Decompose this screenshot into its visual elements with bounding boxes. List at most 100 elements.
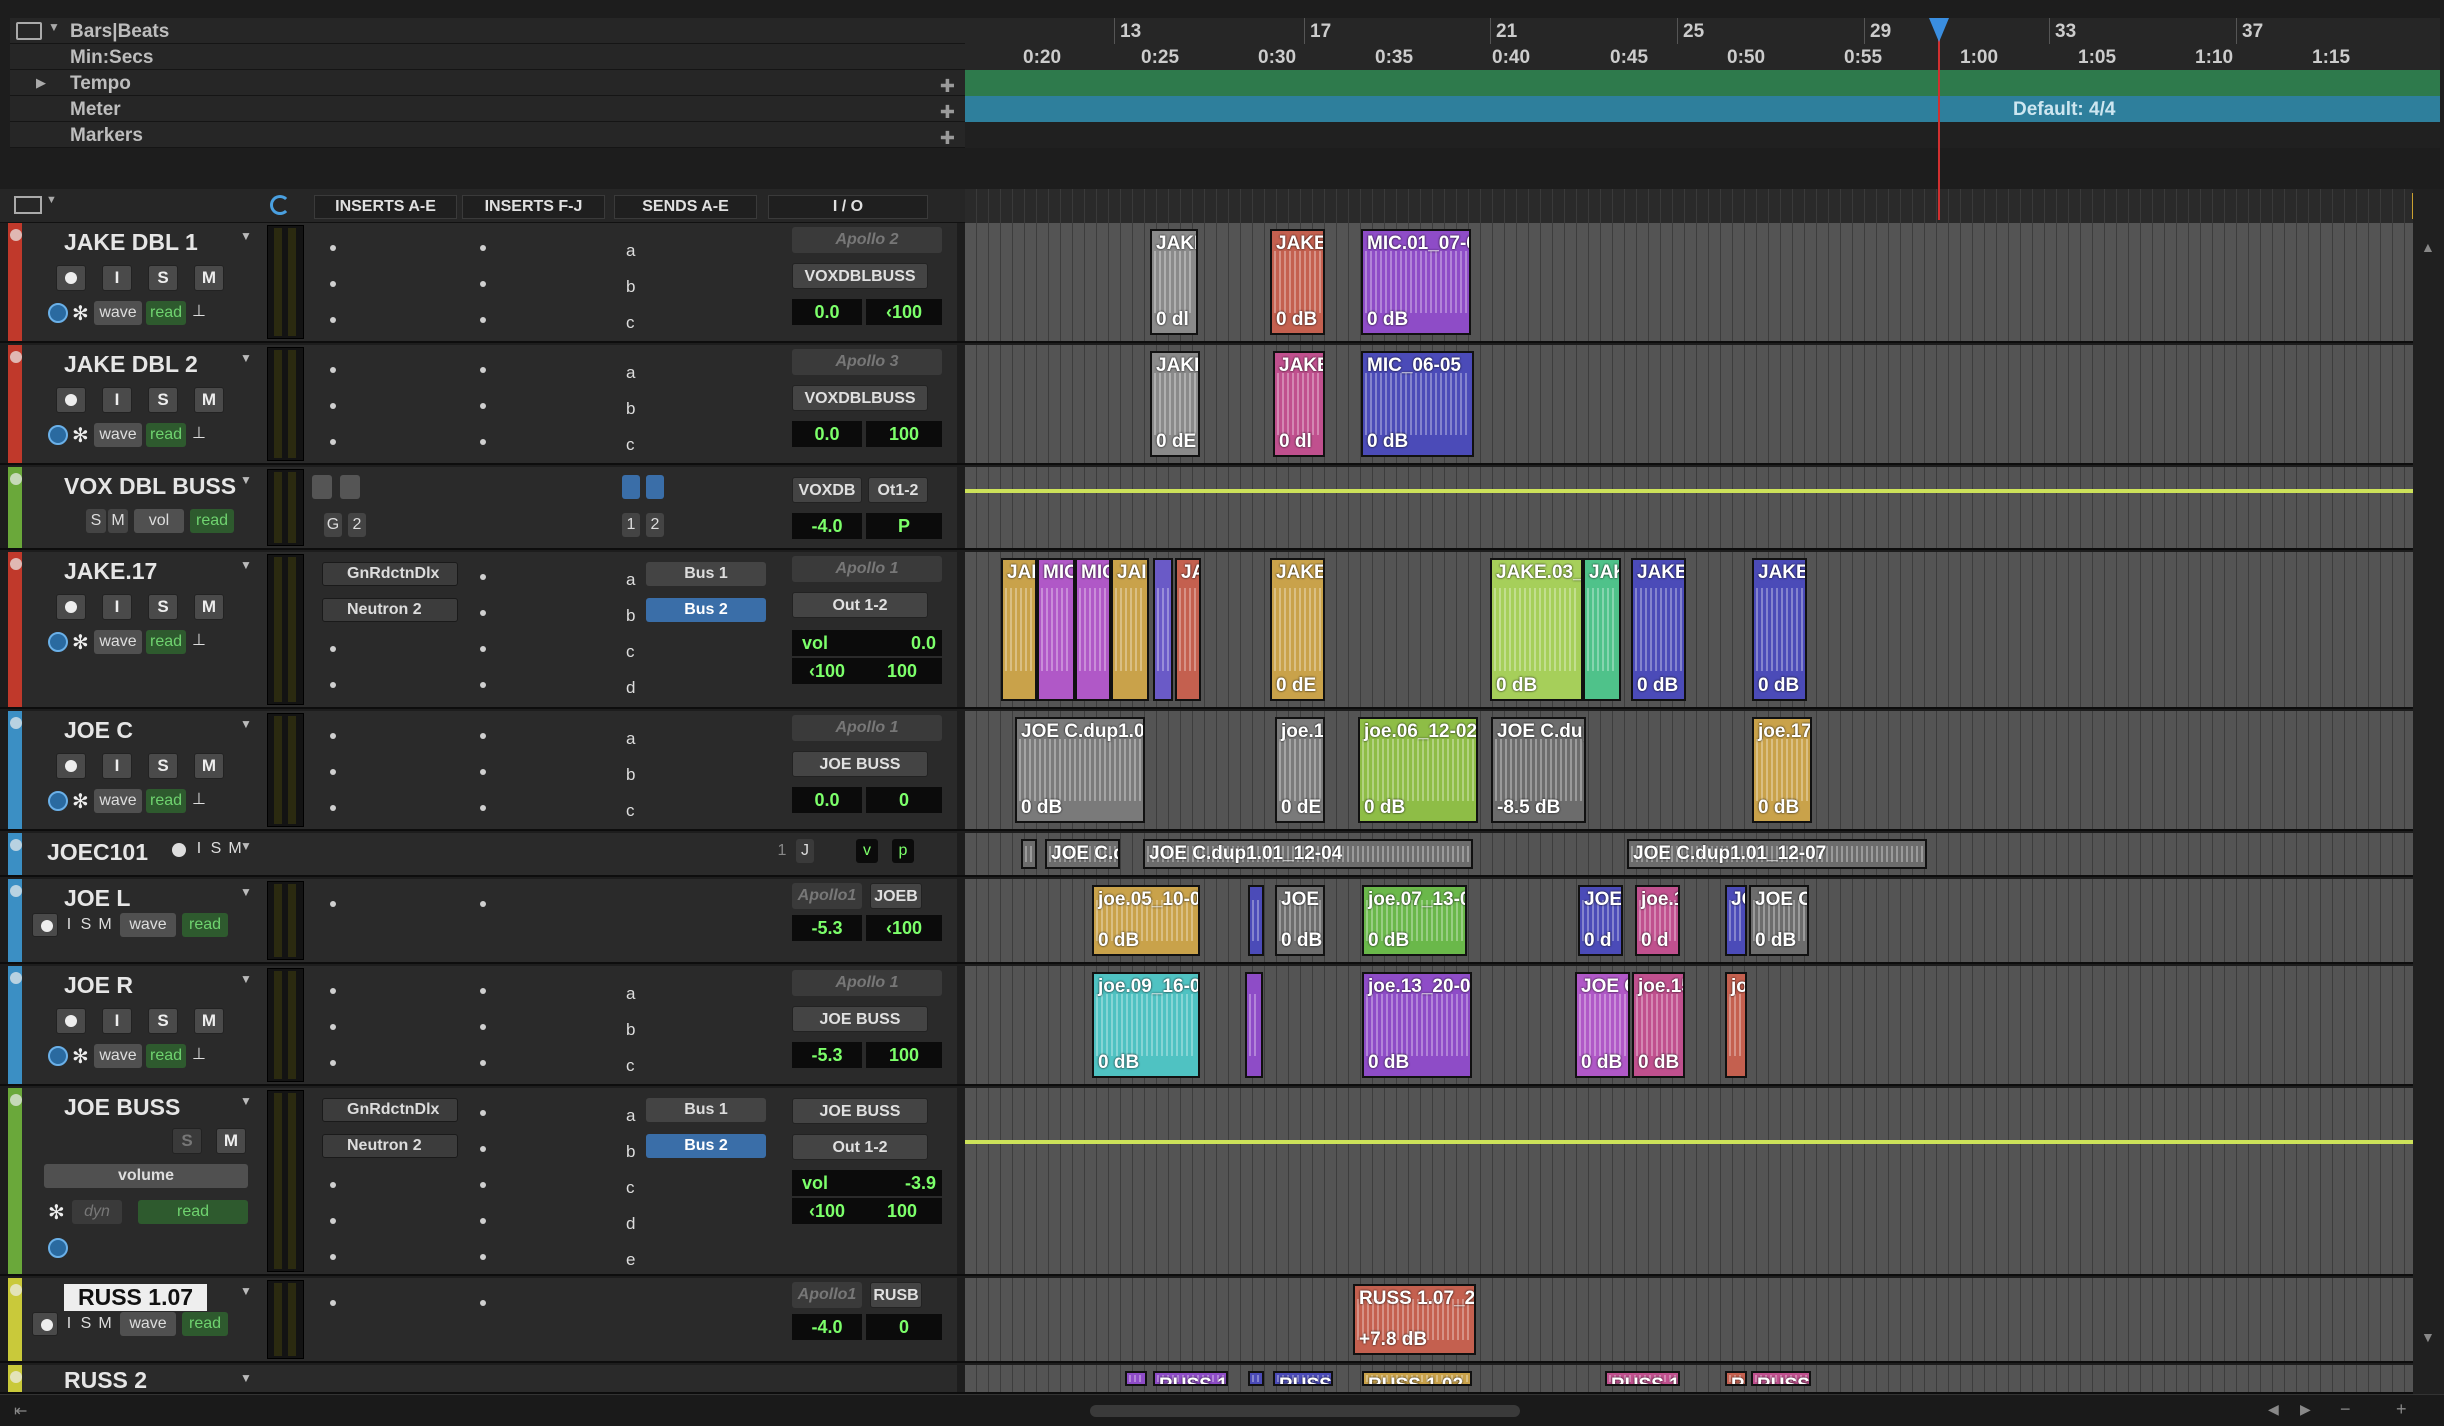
sync-clock-icon[interactable] — [270, 195, 290, 215]
pan-value[interactable]: 0 — [866, 787, 942, 813]
ruler-markers[interactable]: Markers ✚ — [10, 122, 965, 148]
track-options-icon[interactable]: ▼ — [240, 1094, 252, 1108]
audio-clip[interactable] — [1245, 972, 1263, 1078]
volume-value[interactable]: -4.0 — [792, 1314, 862, 1340]
audio-clip[interactable] — [1021, 839, 1037, 869]
clip-gain[interactable]: 0 dB — [1276, 309, 1317, 331]
audio-clip[interactable]: JAKE_ 0 dl — [1273, 351, 1325, 457]
audio-clip[interactable] — [1125, 1371, 1147, 1386]
track-options-icon[interactable]: ▼ — [240, 1371, 252, 1385]
view-mode-button[interactable]: wave — [120, 913, 176, 937]
automation-mode-button[interactable]: read — [146, 1044, 186, 1068]
solo-button[interactable]: S — [148, 1008, 178, 1034]
ruler-bars-beats[interactable]: ▼ Bars|Beats — [10, 18, 965, 44]
send-b-bus[interactable]: Bus 2 — [646, 1134, 766, 1158]
automation-clock-icon[interactable] — [48, 1046, 68, 1066]
send-slot-label[interactable]: c — [626, 435, 635, 455]
insert-fj-slot-empty[interactable] — [480, 1254, 486, 1260]
insert-fj-slot-empty[interactable] — [480, 1146, 486, 1152]
meter-value[interactable]: Default: 4/4 — [2013, 99, 2115, 121]
insert-plugin[interactable]: Neutron 2 — [322, 598, 458, 622]
solo-button[interactable]: S — [78, 913, 94, 937]
track-options-icon[interactable]: ▼ — [240, 972, 252, 986]
audio-clip[interactable]: JOE C 0 d — [1578, 885, 1623, 956]
send-slot-active[interactable] — [646, 475, 664, 499]
audio-clip[interactable]: joe.06_12-02 0 dB — [1358, 717, 1478, 823]
add-tempo-icon[interactable]: ✚ — [940, 76, 955, 97]
audio-clip[interactable]: JAKI — [1583, 558, 1621, 701]
audio-clip[interactable]: JAKE.0 0 dB — [1752, 558, 1807, 701]
clip-gain[interactable]: 0 dB — [1758, 675, 1799, 697]
clip-gain[interactable]: 0 d — [1584, 930, 1611, 952]
ruler-min-secs[interactable]: Min:Secs — [10, 44, 965, 70]
audio-clip[interactable]: JAK — [1001, 558, 1037, 701]
track-expand-icon[interactable] — [10, 473, 22, 485]
clip-gain[interactable]: 0 dB — [1581, 1052, 1622, 1074]
clip-gain[interactable]: 0 dB — [1758, 797, 1799, 819]
audio-clip[interactable]: joe.14 0 d — [1635, 885, 1680, 956]
insert-plugin[interactable]: Neutron 2 — [322, 1134, 458, 1158]
mute-button[interactable]: M — [194, 265, 224, 291]
track-options-icon[interactable]: ▼ — [240, 473, 252, 487]
clip-gain[interactable]: +7.8 dB — [1359, 1329, 1427, 1351]
insert-slot-empty[interactable] — [330, 1300, 336, 1306]
automation-mode-button[interactable]: read — [138, 1200, 248, 1224]
record-arm-button[interactable] — [56, 387, 86, 413]
send-slot-label[interactable]: e — [626, 1250, 635, 1270]
insert-slot-empty[interactable] — [330, 245, 336, 251]
audio-clip[interactable]: JAKE.(0 dB — [1631, 558, 1686, 701]
solo-button[interactable]: S — [148, 753, 178, 779]
automation-param-select[interactable]: volume — [44, 1164, 248, 1188]
mute-button[interactable]: M — [96, 913, 114, 937]
io-header[interactable]: I / O — [768, 195, 928, 219]
clip-lane[interactable]: JOE C.dup1.01_12-(0 dB joe.13_ 0 dE joe.06_… — [965, 711, 2413, 829]
track-expand-icon[interactable] — [10, 885, 22, 897]
input-selector[interactable]: Apollo1 — [792, 1282, 862, 1308]
pan-value[interactable]: 0 — [866, 1314, 942, 1340]
automation-mode-button[interactable]: read — [190, 509, 234, 533]
inserts-ae-header[interactable]: INSERTS A-E — [314, 195, 457, 219]
solo-button[interactable]: S — [172, 1128, 202, 1154]
record-arm-button[interactable] — [32, 1312, 58, 1336]
audio-clip[interactable]: R — [1725, 1371, 1747, 1386]
insert-fj-slot-empty[interactable] — [480, 988, 486, 994]
send-b-bus[interactable]: Bus 2 — [646, 598, 766, 622]
input-monitor-button[interactable]: I — [62, 1312, 76, 1336]
audio-clip[interactable]: JOE C.dup1.01_12-(0 dB — [1015, 717, 1145, 823]
audio-clip[interactable]: RUSS 1.02 — [1605, 1371, 1680, 1386]
insert-fj-slot-empty[interactable] — [480, 367, 486, 373]
track-name[interactable]: JOE R — [64, 972, 133, 999]
clip-lane[interactable] — [965, 1088, 2413, 1274]
input-monitor-button[interactable]: I — [102, 265, 132, 291]
ruler-menu-icon[interactable] — [16, 22, 42, 40]
insert-slot-empty[interactable] — [330, 682, 336, 688]
input-selector[interactable]: Apollo1 — [792, 883, 862, 909]
send-slot-label[interactable]: a — [626, 984, 635, 1004]
view-mode-button[interactable]: wave — [94, 789, 142, 813]
volume-value[interactable]: 0.0 — [792, 299, 862, 325]
volume-automation-line[interactable] — [965, 489, 2413, 493]
chevron-down-icon[interactable]: ▼ — [46, 194, 57, 206]
track-expand-icon[interactable] — [10, 558, 22, 570]
audio-clip[interactable] — [1248, 1371, 1264, 1386]
pitch-fork-icon[interactable]: ⊥ — [192, 630, 206, 650]
insert-plugin[interactable]: GnRdctnDlx — [322, 1098, 458, 1122]
insert-slot-empty[interactable] — [330, 281, 336, 287]
mute-button[interactable]: M — [194, 594, 224, 620]
audio-clip[interactable]: JOE C.(0 dB — [1275, 885, 1325, 956]
insert-fj-slot-empty[interactable] — [480, 574, 486, 580]
audio-clip[interactable] — [1153, 558, 1173, 701]
clip-lane[interactable]: JAK MIC MIC JAI JA JAKE.(0 dE JAKE.03_04-(0 dB… — [965, 552, 2413, 707]
clip-gain[interactable]: 0 dB — [1638, 1052, 1679, 1074]
tempo-ruler-strip[interactable] — [965, 70, 2440, 96]
audio-clip[interactable]: joe.17_2 0 dB — [1752, 717, 1812, 823]
record-arm-button[interactable] — [56, 594, 86, 620]
clip-lane[interactable]: RUSS 1.07_27-01+7.8 dBRUSS 1+7.8 — [965, 1278, 2413, 1361]
view-mode-button[interactable]: wave — [94, 423, 142, 447]
add-marker-icon[interactable]: ✚ — [940, 128, 955, 149]
view-mode-button[interactable]: vol — [134, 509, 184, 533]
input-selector[interactable]: Apollo 1 — [792, 556, 942, 582]
elastic-icon[interactable]: ✻ — [72, 301, 89, 326]
clip-gain[interactable]: 0 dB — [1368, 1052, 1409, 1074]
track-options-icon[interactable]: ▼ — [240, 351, 252, 365]
